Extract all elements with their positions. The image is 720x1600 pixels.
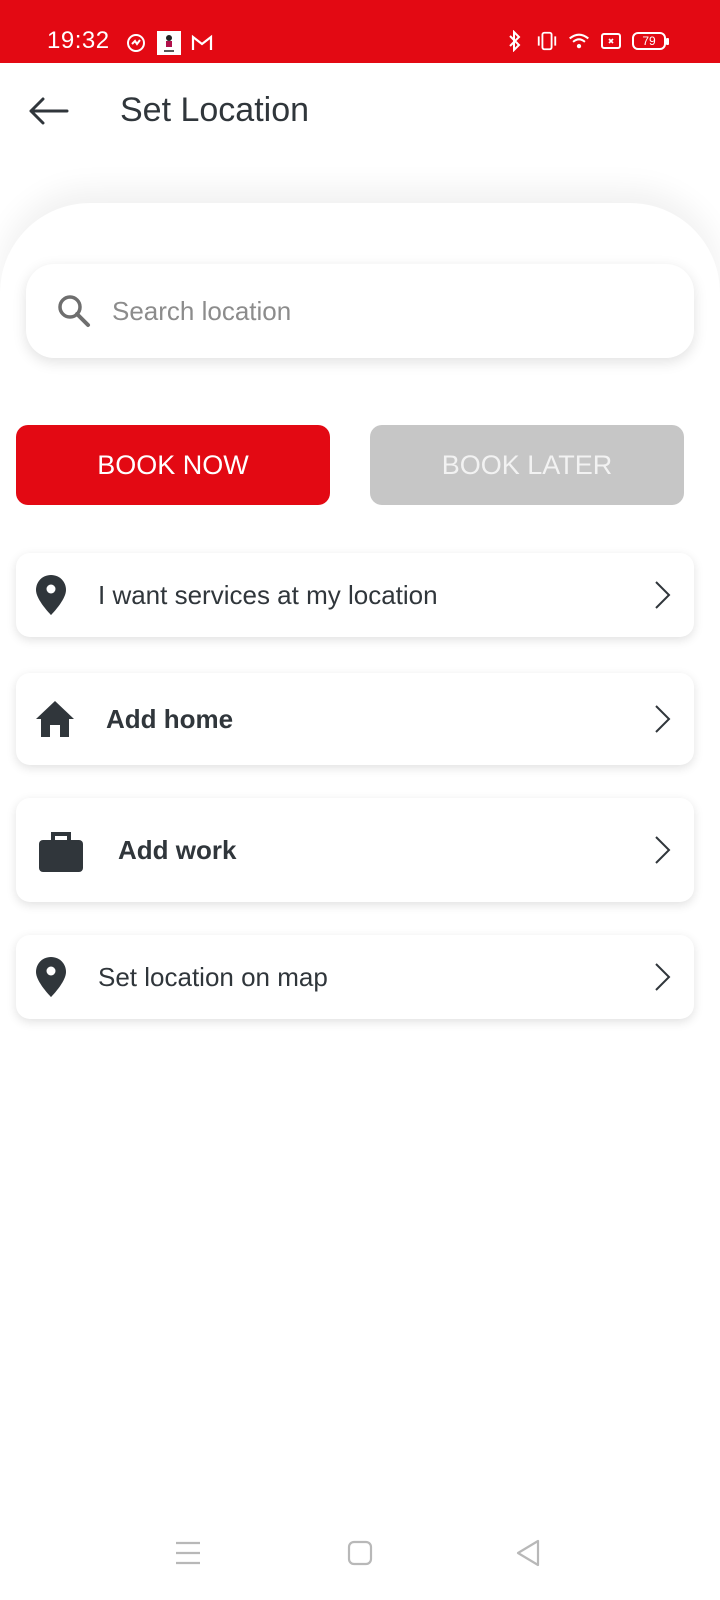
search-icon [54, 291, 94, 331]
status-bar: 19:32 79 [0, 0, 720, 63]
option-label: I want services at my location [98, 579, 438, 610]
app-header: Set Location [0, 63, 720, 163]
home-square-icon[interactable] [340, 1538, 380, 1568]
home-icon [34, 699, 76, 739]
chevron-right-icon [650, 578, 674, 612]
option-set-on-map[interactable]: Set location on map [16, 935, 694, 1019]
option-my-location[interactable]: I want services at my location [16, 553, 694, 637]
battery-icon: 79 [632, 32, 669, 50]
gmail-icon [191, 32, 213, 54]
chevron-right-icon [650, 833, 674, 867]
app-notification-icon [125, 32, 147, 54]
chevron-right-icon [650, 960, 674, 994]
location-pin-icon [34, 955, 68, 999]
arrow-left-icon [29, 97, 69, 125]
back-button[interactable] [26, 93, 70, 129]
briefcase-icon [38, 830, 84, 872]
menu-icon[interactable] [168, 1538, 208, 1568]
search-input[interactable] [112, 295, 632, 327]
page-title: Set Location [120, 91, 310, 129]
book-later-button[interactable]: BOOK LATER [370, 425, 684, 505]
option-label: Set location on map [98, 961, 328, 992]
book-now-button[interactable]: BOOK NOW [16, 425, 330, 505]
system-nav-bar [0, 1500, 720, 1600]
option-add-work[interactable]: Add work [16, 798, 694, 902]
status-left-icons [125, 31, 213, 55]
chevron-right-icon [650, 702, 674, 736]
location-pin-icon [34, 573, 68, 617]
app-thumbnail-icon [157, 31, 181, 55]
wifi-icon [568, 30, 590, 52]
bluetooth-icon [504, 30, 526, 52]
back-triangle-icon[interactable] [508, 1538, 548, 1568]
status-time: 19:32 [47, 27, 110, 54]
vibrate-icon [536, 30, 558, 52]
option-add-home[interactable]: Add home [16, 673, 694, 765]
screen-record-icon [600, 30, 622, 52]
search-box[interactable] [26, 264, 694, 358]
status-right-icons: 79 [504, 30, 669, 52]
option-label: Add work [118, 834, 237, 865]
option-label: Add home [106, 703, 234, 734]
